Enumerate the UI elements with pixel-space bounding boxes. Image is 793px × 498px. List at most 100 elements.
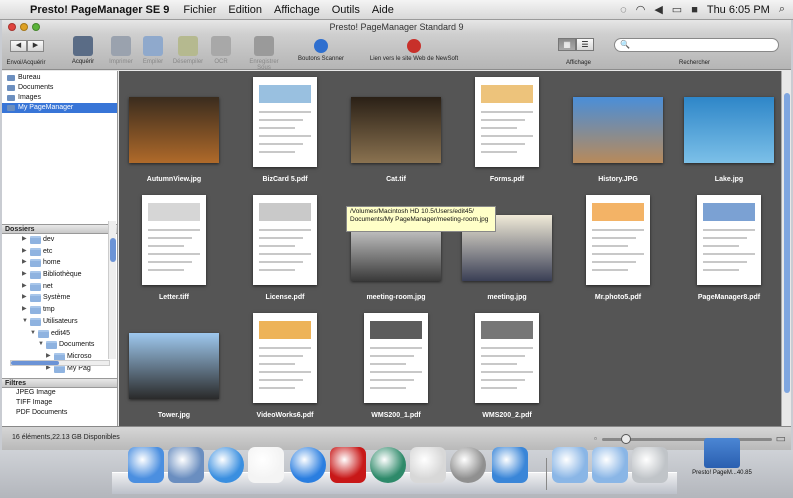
content-scroll-thumb[interactable] [784,93,790,393]
tree-row[interactable]: ▼ edit45 [2,328,117,340]
tree-row-label: Utilisateurs [43,317,78,325]
file-thumbnail[interactable]: Letter.tiff [119,189,229,307]
list-view-icon[interactable]: ☰ [576,38,594,51]
toolbar-button-2[interactable]: Imprimer [106,36,136,65]
menu-app-name[interactable]: Presto! PageManager SE 9 [30,4,169,16]
source-item[interactable]: Bureau [2,73,117,83]
zoom-large-icon[interactable]: ▭ [776,432,786,445]
tree-row[interactable]: ▶ tmp [2,304,117,316]
system-preferences-icon[interactable] [450,447,486,483]
disclosure-closed-icon[interactable]: ▶ [22,281,27,292]
file-thumbnail[interactable]: License.pdf [230,189,340,307]
disclosure-closed-icon[interactable]: ▶ [22,292,27,303]
sync-icon[interactable]: ◌ [620,4,627,16]
trash-icon[interactable] [632,447,668,483]
disclosure-open-icon[interactable]: ▼ [22,316,28,327]
disclosure-closed-icon[interactable]: ▶ [22,269,27,280]
file-thumbnail[interactable]: PageManager8.pdf [674,189,784,307]
menu-affichage[interactable]: Affichage [274,4,320,16]
document-text-line [148,245,184,247]
wifi-icon[interactable]: ◠ [636,3,646,16]
forward-button[interactable]: ▶ [27,40,44,52]
documents-stack-icon[interactable] [552,447,588,483]
filter-item[interactable]: TIFF Image [2,398,117,408]
file-thumbnail[interactable]: Forms.pdf [452,71,562,189]
menu-clock[interactable]: Thu 6:05 PM [707,4,770,16]
toolbar-button-8[interactable]: Lien vers le site Web de NewSoft [354,36,474,62]
grid-view-icon[interactable]: ▦ [558,38,576,51]
disclosure-closed-icon[interactable]: ▶ [22,246,27,257]
menu-fichier[interactable]: Fichier [183,4,216,16]
battery-icon[interactable]: ▭ [672,3,682,16]
tree-row[interactable]: ▶ etc [2,246,117,258]
volume-icon[interactable]: ◀ [654,3,662,16]
toolbar-button-6[interactable]: Enregistrer Sous [242,36,286,71]
tree-hscroll-thumb[interactable] [11,361,59,365]
file-thumbnail[interactable]: BizCard 5.pdf [230,71,340,189]
toolbar-button-0[interactable]: Envoi/Acquérir [6,60,46,66]
menu-edition[interactable]: Edition [228,4,262,16]
toolbar-button-7[interactable]: Boutons Scanner [296,36,346,62]
minimize-icon[interactable] [20,23,28,31]
menu-outils[interactable]: Outils [332,4,360,16]
app-store-icon[interactable] [492,447,528,483]
file-thumbnail[interactable]: WMS200_1.pdf [341,307,451,425]
downloads-stack-icon[interactable] [592,447,628,483]
zoom-slider-knob[interactable] [621,434,632,444]
file-thumbnail[interactable]: Mr.photo5.pdf [563,189,673,307]
disclosure-closed-icon[interactable]: ▶ [22,234,27,245]
itunes-icon[interactable] [290,447,326,483]
toolbar-button-1[interactable]: Acquérir [68,36,98,65]
input-menu-icon[interactable]: ■ [691,4,698,16]
zoom-small-icon[interactable]: ▫ [594,434,597,443]
tree-scroll-thumb[interactable] [110,238,116,262]
content-scrollbar[interactable] [781,71,791,426]
zoom-icon[interactable] [32,23,40,31]
file-thumbnail[interactable]: Lake.jpg [674,71,784,189]
source-item[interactable]: My PageManager [2,103,117,113]
disclosure-open-icon[interactable]: ▼ [38,339,44,350]
tree-hscrollbar[interactable] [10,360,110,366]
file-thumbnail[interactable]: Cat.tif [341,71,451,189]
time-machine-icon[interactable] [370,447,406,483]
safari-icon[interactable] [208,447,244,483]
close-icon[interactable] [8,23,16,31]
tree-row[interactable]: ▶ Système [2,292,117,304]
toolbar-button-4[interactable]: Désempiler [172,36,204,65]
disclosure-closed-icon[interactable]: ▶ [22,304,27,315]
file-thumbnail[interactable]: Tower.jpg [119,307,229,425]
tree-row[interactable]: ▶ Bibliothèque [2,269,117,281]
volume-disk-icon[interactable] [704,438,740,468]
tree-row[interactable]: ▼ Utilisateurs [2,316,117,328]
back-button[interactable]: ◀ [10,40,27,52]
source-item[interactable]: Images [2,93,117,103]
search-input[interactable]: 🔍 [614,38,779,52]
finder-icon[interactable] [128,447,164,483]
toolbar-button-3[interactable]: Empiler [138,36,168,65]
file-thumbnail[interactable]: AutumnView.jpg [119,71,229,189]
file-thumbnail[interactable]: VideoWorks6.pdf [230,307,340,425]
photo-booth-icon[interactable] [330,447,366,483]
ical-icon[interactable] [248,447,284,483]
tree-row[interactable]: ▶ home [2,257,117,269]
spotlight-icon[interactable]: ⌕ [779,3,785,16]
desktop-icon-label[interactable]: Presto! PageM...40.85 [690,470,754,477]
toolbar-button-5[interactable]: OCR [208,36,234,65]
zoom-slider[interactable]: ▫ ▭ [594,433,786,445]
source-item[interactable]: Documents [2,83,117,93]
filter-item[interactable]: PDF Documents [2,408,117,418]
tree-scrollbar[interactable] [108,221,116,359]
tree-row[interactable]: ▶ net [2,281,117,293]
file-thumbnail[interactable]: History.JPG [563,71,673,189]
disclosure-closed-icon[interactable]: ▶ [22,257,27,268]
filter-item[interactable]: JPEG Image [2,388,117,398]
tree-row[interactable]: ▼ Documents [2,339,117,351]
disclosure-open-icon[interactable]: ▼ [30,328,36,339]
menu-aide[interactable]: Aide [372,4,394,16]
preview-icon[interactable] [168,447,204,483]
thumbnail-browser[interactable]: AutumnView.jpg BizCard 5.pdf Cat.tif Forms.… [119,71,781,426]
tree-row[interactable]: ▶ dev [2,234,117,246]
x11-icon[interactable] [410,447,446,483]
file-thumbnail[interactable]: WMS200_2.pdf [452,307,562,425]
title-bar[interactable]: Presto! PageManager Standard 9 [2,20,791,34]
